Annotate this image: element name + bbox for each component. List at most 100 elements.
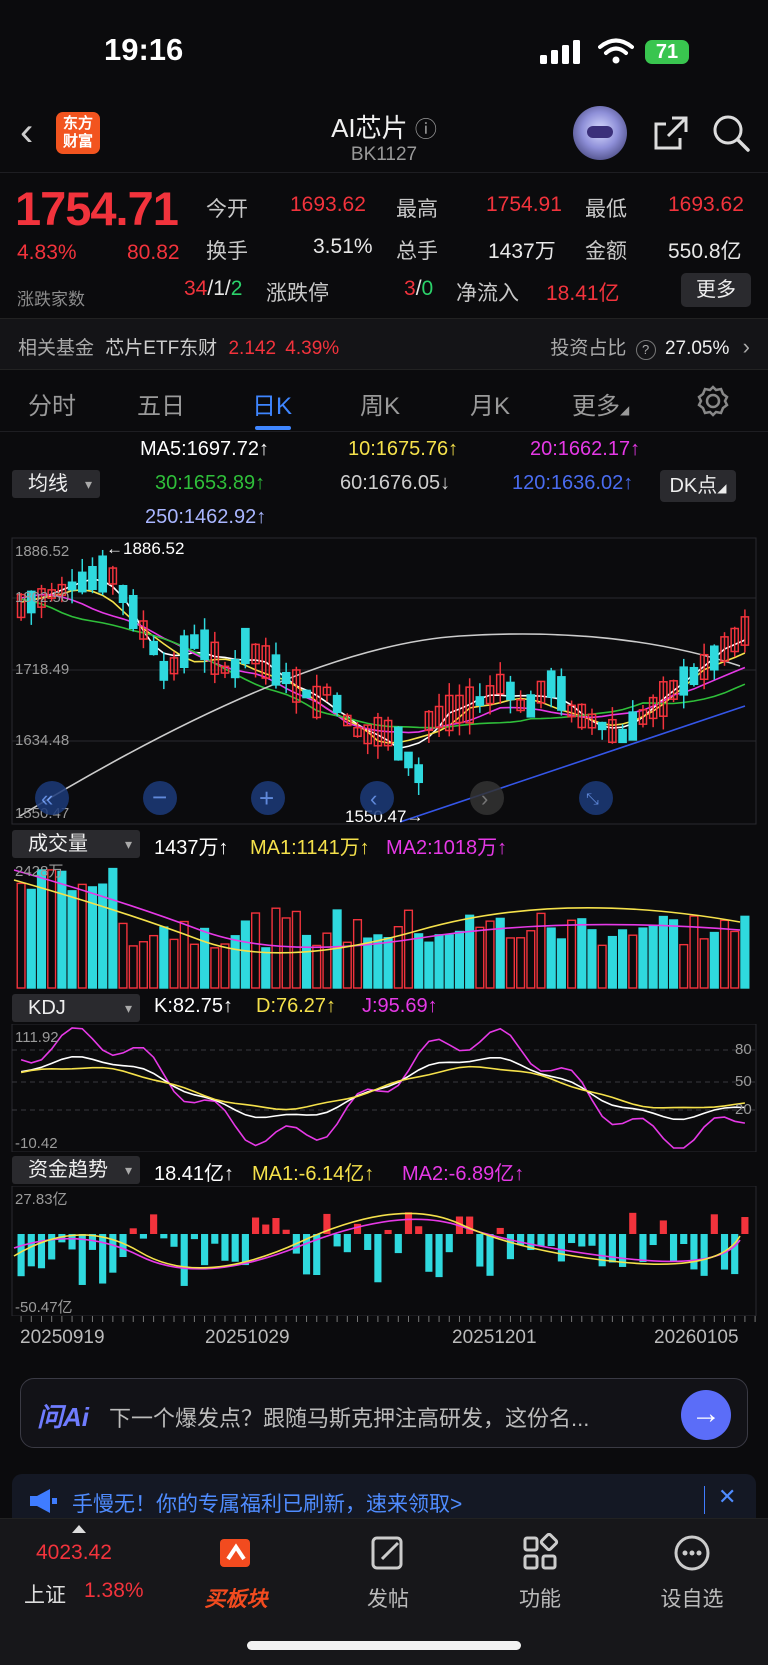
more-button[interactable]: 更多 [681, 273, 751, 307]
ai-question-bar[interactable]: 问Ai 下一个爆发点？跟随马斯克押注高研发，这份名... → [20, 1378, 748, 1448]
inflow-value: 18.41亿 [546, 282, 620, 305]
kdj-lines [20, 1027, 746, 1149]
volume-bar [363, 937, 373, 989]
investment-ratio: 投资占比 ? 27.05% › [550, 334, 750, 360]
arrow-right-icon[interactable]: → [681, 1390, 731, 1440]
volume-bar [485, 920, 495, 989]
flow-bar [384, 1229, 392, 1234]
candle [618, 728, 627, 744]
open-label: 今开 [206, 198, 248, 221]
svg-text:−: − [152, 782, 167, 812]
date-label-4: 20260105 [654, 1327, 739, 1348]
volume-bars [16, 867, 750, 989]
change-pct: 4.83% [17, 241, 77, 264]
tab-more[interactable]: 更多◢ [572, 386, 629, 421]
more-dots-icon[interactable] [672, 1533, 712, 1573]
volume-bar [648, 925, 658, 989]
change-value: 80.82 [127, 241, 180, 264]
flow-bar [201, 1234, 209, 1266]
tab-weekly-k[interactable]: 周K [360, 386, 400, 421]
dk-point-button[interactable]: DK点◢ [660, 470, 736, 502]
info-icon[interactable]: ⓘ [415, 117, 437, 142]
edit-icon[interactable] [368, 1533, 408, 1573]
candle [546, 670, 556, 698]
flow-bar [231, 1234, 239, 1262]
volume-bar [200, 927, 210, 989]
tab-intraday[interactable]: 分时 [28, 386, 76, 421]
candle [679, 666, 689, 696]
megaphone-icon [30, 1489, 57, 1513]
flow-bar [578, 1234, 586, 1247]
volume-selector[interactable]: 成交量 [12, 830, 140, 858]
gear-icon[interactable] [696, 384, 730, 418]
close-icon[interactable]: ✕ [718, 1484, 736, 1510]
candle [149, 640, 158, 656]
flow-selector[interactable]: 资金趋势 [12, 1156, 140, 1184]
volume-bar [240, 920, 250, 989]
post-button[interactable]: 发帖 [328, 1583, 448, 1613]
kdj-k: K:82.75↑ [154, 995, 233, 1017]
chevron-right-icon: › [742, 334, 750, 359]
ma10-label: 10:1675.76↑ [348, 438, 459, 460]
flow-bar [415, 1226, 423, 1234]
candle [414, 764, 423, 784]
flow-bar [129, 1228, 137, 1234]
share-icon[interactable] [650, 112, 692, 154]
kline-chart[interactable]: 1886.52 1802.50 1718.49 1634.48 1550.47 … [0, 536, 768, 826]
tab-five-day[interactable]: 五日 [137, 386, 185, 421]
volume-bar [536, 912, 546, 989]
battery-icon: 71 [645, 40, 689, 64]
volume-chart: 2428万 [13, 863, 750, 989]
candle [159, 660, 169, 681]
volume-bar [230, 935, 240, 989]
candle [200, 629, 209, 660]
flow-bar [27, 1234, 35, 1267]
limit-label: 涨跌停 [266, 282, 329, 305]
add-watchlist-button[interactable]: 设自选 [632, 1583, 752, 1613]
flow-bar [517, 1234, 525, 1246]
ma-selector[interactable]: 均线 [12, 470, 100, 498]
candle [404, 751, 413, 769]
flow-bar [598, 1234, 606, 1267]
assistant-avatar[interactable] [573, 106, 627, 160]
volume-bar [291, 910, 301, 989]
buy-board-icon[interactable] [216, 1533, 256, 1573]
search-icon[interactable] [710, 112, 752, 154]
tab-daily-k[interactable]: 日K [252, 386, 292, 421]
breadth-values: 34/1/2 [184, 277, 243, 300]
header: ‹ 东方 财富 AI芯片 ⓘ BK1127 [0, 100, 768, 172]
flow-bar [547, 1234, 555, 1247]
kdj-50-label: 50 [735, 1073, 752, 1090]
index-value[interactable]: 4023.42 [36, 1541, 112, 1565]
function-button[interactable]: 功能 [480, 1583, 600, 1613]
date-label-3: 20251201 [452, 1327, 537, 1348]
volume-bar [301, 934, 312, 989]
date-label-1: 20250919 [20, 1327, 105, 1348]
breadth-label: 涨跌家数 [17, 290, 85, 309]
volume-bar [730, 930, 740, 989]
flow-bar [262, 1224, 270, 1234]
volume-bar [597, 944, 607, 989]
volume-bar [465, 914, 475, 989]
candle [689, 666, 699, 686]
status-time: 19:16 [104, 32, 184, 67]
related-fund-bar[interactable]: 相关基金 芯片ETF东财 2.142 4.39% 投资占比 ? 27.05% › [0, 318, 768, 370]
volume-ma1: MA1:1141万↑ [250, 837, 370, 859]
grid-icon[interactable] [520, 1533, 560, 1573]
flow-bar [486, 1234, 494, 1276]
index-name[interactable]: 上证 [24, 1579, 66, 1609]
volume-bar [220, 943, 230, 989]
candle [710, 645, 719, 671]
tab-monthly-k[interactable]: 月K [470, 386, 510, 421]
buy-board-button[interactable]: 买板块 [176, 1583, 296, 1613]
flow-bar [466, 1216, 474, 1234]
index-pct[interactable]: 1.38% [84, 1579, 144, 1603]
flow-bar [211, 1234, 219, 1244]
flow-bar [17, 1234, 25, 1277]
flow-chart: 27.83亿 -50.47亿 [11, 1186, 757, 1316]
kdj-20-label: 20 [735, 1101, 752, 1118]
ai-prompt-text: 下一个爆发点？跟随马斯克押注高研发，这份名... [109, 1406, 590, 1431]
volume-bar [699, 938, 709, 989]
kdj-selector[interactable]: KDJ [12, 994, 140, 1022]
volume-bar [261, 947, 271, 989]
